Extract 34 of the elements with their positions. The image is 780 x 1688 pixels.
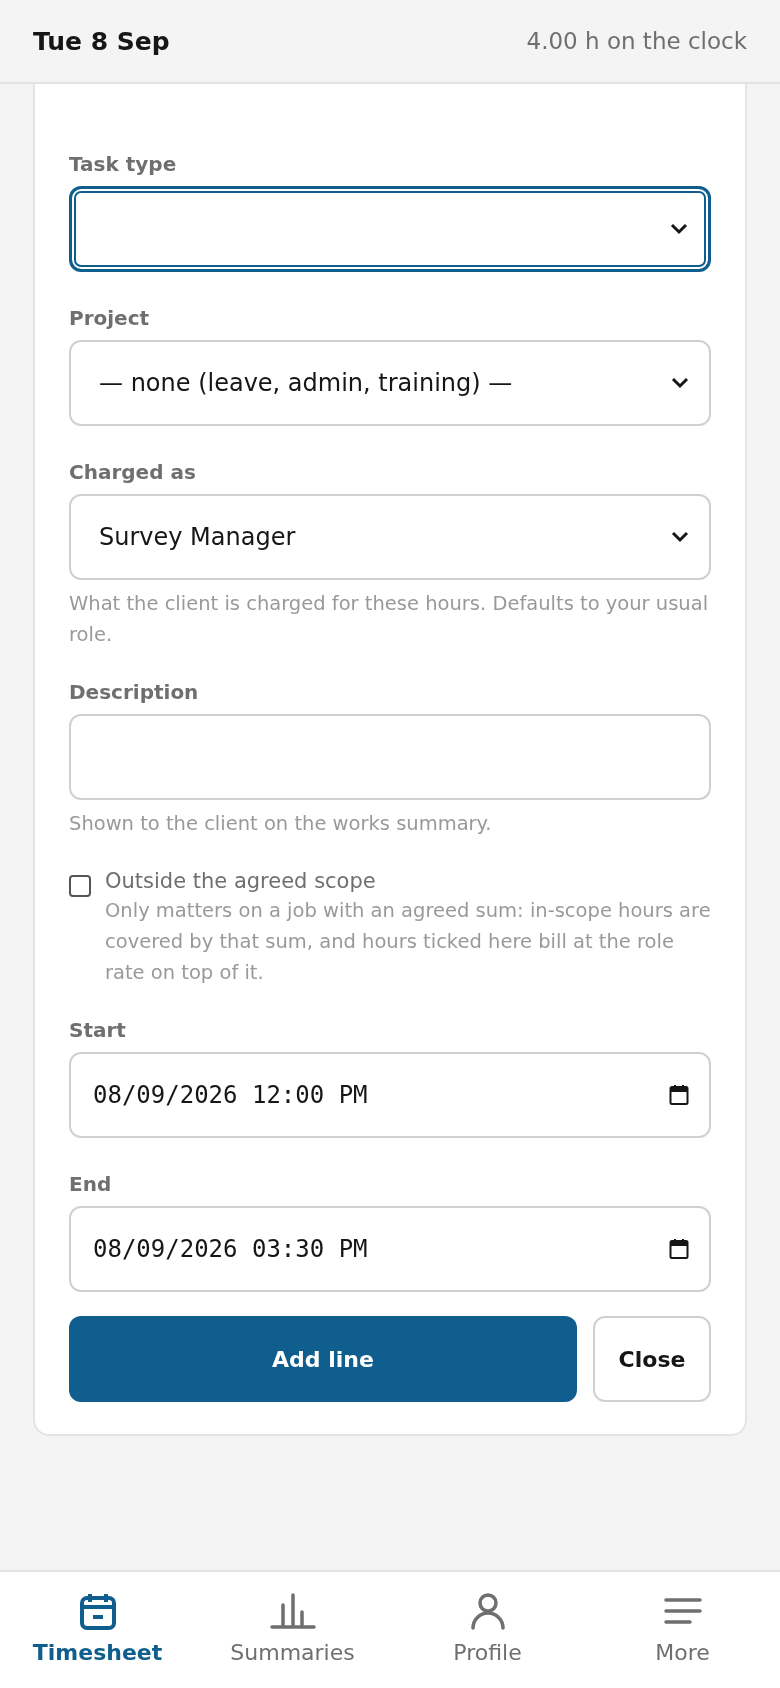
nav-tab[interactable]: Profile — [390, 1572, 585, 1688]
chevron-down-icon — [671, 377, 689, 389]
chevron-down-icon — [670, 223, 688, 235]
field-label: Charged as — [69, 460, 197, 484]
nav-tab[interactable]: Timesheet — [0, 1572, 195, 1688]
calendar-icon — [669, 1238, 689, 1260]
field-label: Description — [69, 680, 200, 704]
select-field[interactable] — [69, 186, 711, 272]
checkbox[interactable] — [69, 875, 91, 897]
chevron-down-icon — [671, 531, 689, 543]
select-field[interactable]: — none (leave, admin, training) — — [69, 340, 711, 426]
input-field[interactable] — [69, 714, 711, 800]
close-button[interactable]: Close — [593, 1316, 711, 1402]
field-label: Project — [69, 306, 151, 330]
datetime-field[interactable]: 08/09/2026 12:00 PM — [69, 1052, 711, 1138]
nav-tab[interactable]: Summaries — [195, 1572, 390, 1688]
person-icon — [469, 1592, 506, 1630]
nav-tab[interactable]: More — [585, 1572, 780, 1688]
datetime-field[interactable]: 08/09/2026 03:30 PM — [69, 1206, 711, 1292]
hours-summary: 4.00 h on the clock — [526, 28, 747, 54]
menu-icon — [663, 1596, 702, 1626]
add-line-button[interactable]: Add line — [69, 1316, 577, 1402]
field-label: Start — [69, 1018, 127, 1042]
field-label: Task type — [69, 152, 178, 176]
field-label: End — [69, 1172, 113, 1196]
help-text: What the client is charged for these hours. Defaults to your usual role. — [69, 591, 710, 648]
calendar-icon — [77, 1591, 118, 1631]
checkbox-label: Outside the agreed scope — [105, 869, 377, 893]
select-field[interactable]: Survey Manager — [69, 494, 711, 580]
day-title: Tue 8 Sep — [33, 26, 170, 56]
help-text: Shown to the client on the works summary. — [69, 811, 493, 837]
bar-chart-icon — [269, 1592, 316, 1630]
help-text: Only matters on a job with an agreed sum: in-scope hours are covered by that sum, and hours ticked here bill at the role rate on top of it. — [105, 898, 711, 986]
calendar-icon — [669, 1084, 689, 1106]
